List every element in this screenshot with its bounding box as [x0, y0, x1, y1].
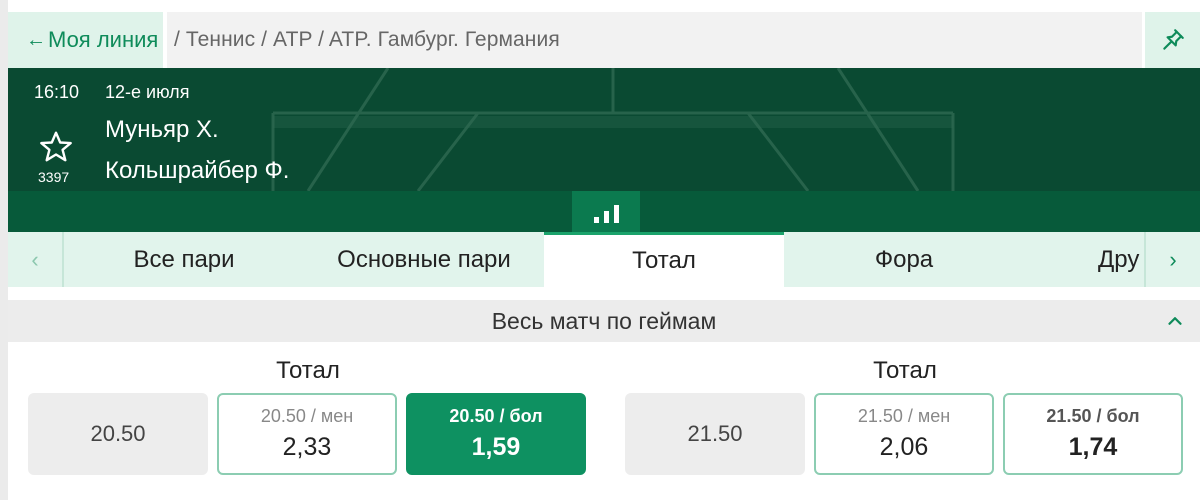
odds-under-button[interactable]: 21.50 / мен 2,06: [814, 393, 994, 475]
odds-value: 1,74: [1068, 433, 1118, 461]
player-1-name: Муньяр Х.: [105, 116, 219, 143]
odds-label: 21.50 / бол: [1046, 406, 1140, 426]
market-title: Тотал: [276, 357, 340, 384]
market-line: 20.50: [28, 393, 208, 475]
section-header[interactable]: Весь матч по геймам: [8, 300, 1200, 342]
divider: [163, 12, 167, 68]
player-2-name: Кольшрайбер Ф.: [105, 157, 290, 184]
pin-button[interactable]: [1142, 12, 1200, 68]
stats-bars-icon: [593, 217, 599, 223]
tab-other[interactable]: Дру: [1068, 232, 1146, 287]
odds-over-button[interactable]: 21.50 / бол 1,74: [1003, 393, 1183, 475]
statistics-button[interactable]: [572, 191, 640, 232]
event-header: 16:10 12-е июля Муньяр Х. Кольшрайбер Ф.…: [8, 68, 1200, 191]
breadcrumb-bar: ← Моя линия / Теннис / ATP / ATP. Гамбур…: [8, 12, 1200, 68]
market-title: Тотал: [873, 357, 937, 384]
next-market-title-partial: [892, 488, 932, 500]
chevron-up-icon[interactable]: [1164, 310, 1186, 332]
favorites-count: 3397: [38, 169, 70, 185]
breadcrumb-path[interactable]: / Теннис / ATP / ATP. Гамбург. Германия: [174, 12, 560, 68]
stats-bar: [613, 205, 619, 223]
stats-strip: [8, 191, 1200, 232]
chevron-left-icon: ‹: [31, 246, 39, 272]
arrow-left-icon: ←: [26, 28, 46, 51]
event-time: 16:10: [34, 82, 80, 102]
odds-label: 20.50 / мен: [260, 406, 354, 426]
back-to-my-line-button[interactable]: ← Моя линия: [8, 12, 163, 68]
odds-label: 21.50 / мен: [857, 406, 951, 426]
chevron-right-icon: ›: [1169, 246, 1177, 272]
star-icon[interactable]: [38, 129, 74, 165]
odds-over-button[interactable]: 20.50 / бол 1,59: [406, 393, 586, 475]
market-tabs: ‹ Все пари Основные пари Тотал Фора Дру …: [8, 232, 1200, 287]
pin-icon: [1162, 29, 1184, 50]
odds-under-button[interactable]: 20.50 / мен 2,33: [217, 393, 397, 475]
tabs-scroll-left-button[interactable]: ‹: [8, 232, 64, 287]
event-date: 12-е июля: [105, 82, 190, 102]
back-label: Моя линия: [48, 27, 159, 52]
odds-value: 1,59: [471, 433, 521, 461]
tab-handicap[interactable]: Фора: [784, 232, 1024, 287]
tabs-scroll-right-button[interactable]: ›: [1144, 232, 1200, 287]
odds-label: 20.50 / бол: [449, 406, 543, 426]
tab-all-bets[interactable]: Все пари: [64, 232, 304, 287]
tab-main-bets[interactable]: Основные пари: [304, 232, 544, 287]
section-title: Весь матч по геймам: [491, 307, 717, 334]
next-market-title-partial: [295, 488, 335, 500]
app-frame: ← Моя линия / Теннис / ATP / ATP. Гамбур…: [8, 0, 1200, 500]
odds-value: 2,06: [879, 433, 929, 461]
stats-bar: [603, 211, 609, 223]
odds-value: 2,33: [282, 433, 332, 461]
market-line: 21.50: [625, 393, 805, 475]
tab-total[interactable]: Тотал: [544, 232, 784, 287]
